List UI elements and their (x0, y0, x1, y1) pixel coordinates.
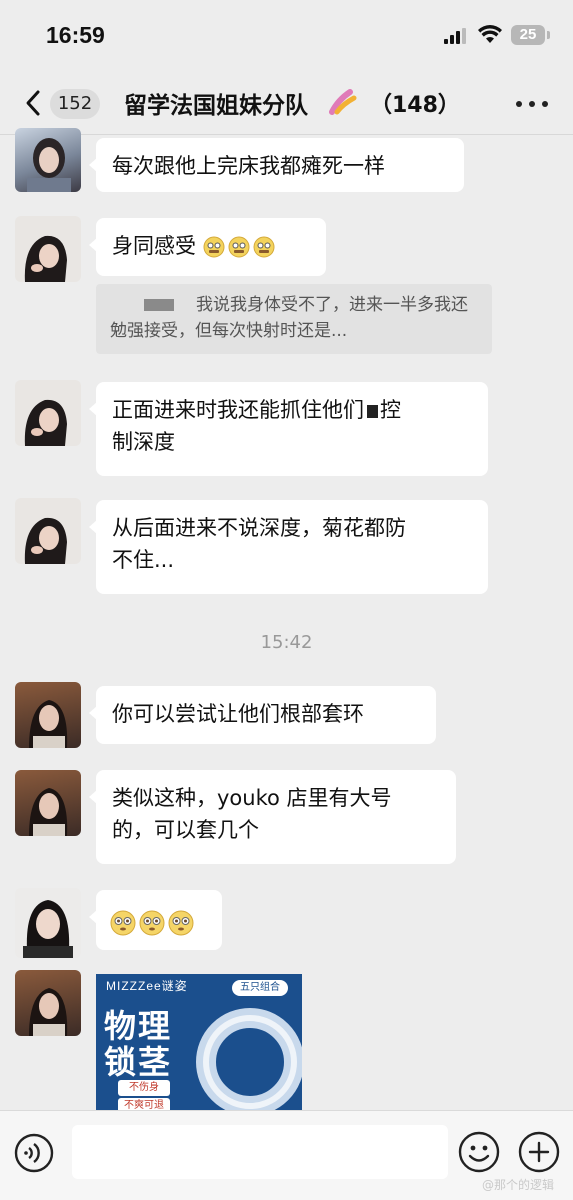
message-text: 你可以尝试让他们根部套环 (112, 702, 364, 726)
message-bubble[interactable]: 从后面进来不说深度，菊花都防 不住... (89, 500, 488, 594)
avatar-portrait-icon (24, 399, 67, 446)
status-bar: 16:59 25 (0, 0, 573, 72)
watermark: @那个的逻辑 (482, 1178, 555, 1192)
wifi-icon (478, 25, 502, 43)
message-text: 从后面进来不说深度，菊花都防 (112, 516, 406, 540)
redacted-name-block (144, 299, 174, 311)
message-text: 不住... (112, 548, 175, 572)
add-attachment-icon[interactable] (518, 1131, 560, 1173)
chat-header: 152 留学法国姐妹分队 （148） (0, 72, 573, 135)
flushed-face-emoji-icon (168, 910, 194, 936)
message-timestamp: 15:42 (260, 632, 313, 653)
cellular-signal-icon (444, 28, 466, 44)
avatar-portrait-icon (29, 788, 68, 836)
avatar-portrait-icon (23, 900, 73, 958)
message-bubble[interactable]: 正面进来时我还能抓住他们控 制深度 (89, 382, 488, 476)
avatar-portrait-icon (24, 517, 67, 564)
more-options-icon[interactable] (516, 101, 550, 109)
message-text: 控 (380, 398, 401, 422)
avatar[interactable] (15, 498, 81, 564)
garbled-character-icon (367, 405, 378, 418)
message-text: 身同感受 (112, 234, 196, 258)
message-text: 制深度 (112, 430, 175, 454)
avatar-portrait-icon (24, 235, 67, 282)
avatar[interactable] (15, 216, 81, 282)
message-bubble[interactable]: 类似这种，youko 店里有大号 的，可以套几个 (89, 770, 456, 864)
avatar[interactable] (15, 970, 81, 1036)
message-text: 正面进来时我还能抓住他们 (112, 398, 364, 422)
back-chevron-icon[interactable] (20, 88, 50, 118)
emoji-picker-icon[interactable] (458, 1131, 500, 1173)
avatar[interactable] (15, 682, 81, 748)
product-title: 物理 锁茎 (104, 1007, 173, 1081)
status-time: 16:59 (46, 22, 105, 48)
ring-product-icon (196, 1008, 302, 1114)
dizzy-face-emoji-icon (228, 236, 250, 258)
battery-icon: 25 (511, 25, 545, 45)
avatar[interactable] (15, 380, 81, 446)
flushed-face-emoji-icon (110, 910, 136, 936)
quoted-message[interactable]: 我说我身体受不了，进来一半多我还勉强接受，但每次快射时还是... (96, 284, 492, 354)
dizzy-face-emoji-icon (253, 236, 275, 258)
message-text: 每次跟他上完床我都瘫死一样 (112, 154, 385, 178)
message-bubble[interactable] (89, 890, 222, 950)
voice-input-icon[interactable] (14, 1133, 54, 1173)
message-input[interactable] (72, 1125, 448, 1179)
product-tag: 五只组合 (232, 980, 288, 996)
message-text: 类似这种，youko 店里有大号 (112, 786, 392, 810)
message-bubble[interactable]: 每次跟他上完床我都瘫死一样 (89, 138, 464, 192)
nail-polish-icon (329, 89, 357, 115)
member-count: （148） (370, 93, 460, 118)
battery-tip (547, 31, 550, 39)
avatar[interactable] (15, 888, 81, 958)
dizzy-face-emoji-icon (203, 236, 225, 258)
avatar-portrait-icon (29, 700, 68, 748)
avatar-portrait-icon (29, 988, 68, 1036)
message-bubble[interactable]: 你可以尝试让他们根部套环 (89, 686, 436, 744)
product-brand: MIZZZee谜姿 (106, 979, 188, 993)
product-note: 不伤身 (118, 1080, 170, 1096)
product-image-message[interactable]: MIZZZee谜姿 五只组合 物理 锁茎 不伤身 不爽可退 (96, 974, 302, 1114)
flushed-face-emoji-icon (139, 910, 165, 936)
avatar-portrait-icon (27, 138, 71, 192)
unread-count-badge[interactable]: 152 (50, 89, 100, 119)
avatar[interactable] (15, 770, 81, 836)
message-text: 的，可以套几个 (112, 818, 259, 842)
group-title: 留学法国姐妹分队 (124, 93, 308, 119)
avatar[interactable] (15, 128, 81, 192)
message-bubble[interactable]: 身同感受 (89, 218, 326, 276)
